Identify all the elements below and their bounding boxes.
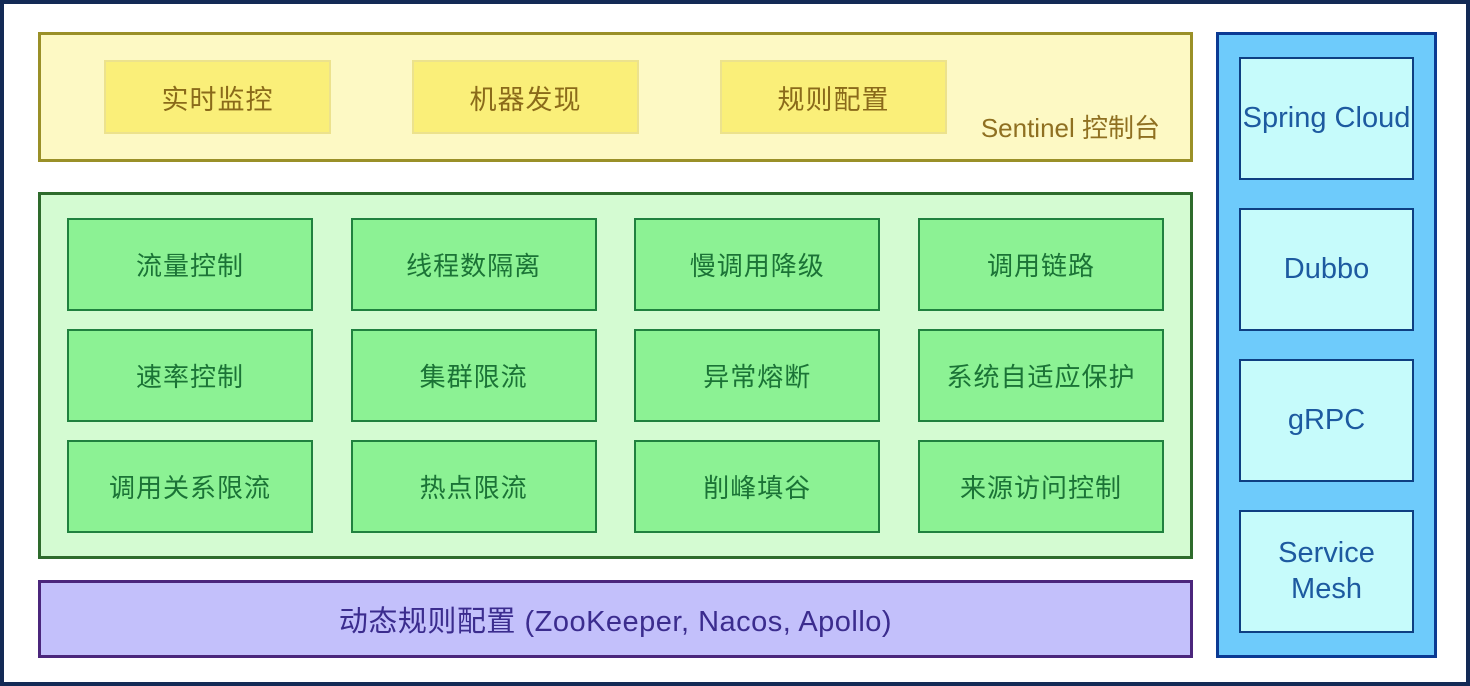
core-card-cluster-flow-control[interactable]: 集群限流	[350, 329, 597, 422]
adapter-card-dubbo[interactable]: Dubbo	[1239, 208, 1414, 331]
core-card-origin-access-control[interactable]: 来源访问控制	[917, 440, 1164, 533]
adapter-card-label: Service Mesh	[1278, 537, 1375, 605]
core-card-exception-circuit-breaking[interactable]: 异常熔断	[634, 329, 881, 422]
core-feature-row: 流量控制 线程数隔离 慢调用降级 调用链路	[67, 218, 1164, 311]
adapter-card-grpc[interactable]: gRPC	[1239, 359, 1414, 482]
core-card-label: 系统自适应保护	[946, 362, 1136, 392]
core-card-flow-control[interactable]: 流量控制	[67, 218, 313, 311]
core-card-invocation-chain[interactable]: 调用链路	[917, 218, 1164, 311]
adapter-card-label: Dubbo	[1283, 252, 1370, 285]
core-feature-row: 速率控制 集群限流 异常熔断 系统自适应保护	[67, 329, 1164, 422]
core-card-hotspot-flow-control[interactable]: 热点限流	[350, 440, 597, 533]
console-card-label: 实时监控	[161, 84, 274, 115]
adapter-card-label: Spring Cloud	[1242, 101, 1411, 134]
dynamic-rule-configuration-label: 动态规则配置 (ZooKeeper, Nacos, Apollo)	[338, 606, 893, 638]
sentinel-console-panel: 实时监控 机器发现 规则配置 Sentinel 控制台	[38, 32, 1193, 162]
console-card-machine-discovery[interactable]: 机器发现	[412, 60, 639, 134]
core-card-label: 线程数隔离	[406, 251, 542, 281]
core-card-label: 来源访问控制	[959, 473, 1122, 503]
sentinel-stack: 实时监控 机器发现 规则配置 Sentinel 控制台 流量控制 线程数隔离 慢…	[38, 32, 1193, 658]
adapter-card-service-mesh[interactable]: Service Mesh	[1239, 510, 1414, 633]
dynamic-rule-configuration-panel[interactable]: 动态规则配置 (ZooKeeper, Nacos, Apollo)	[38, 580, 1193, 658]
core-card-label: 异常熔断	[703, 362, 812, 392]
core-card-label: 热点限流	[419, 473, 528, 503]
core-card-label: 集群限流	[419, 362, 528, 392]
adapter-card-label: gRPC	[1287, 403, 1366, 436]
core-card-system-adaptive-protection[interactable]: 系统自适应保护	[917, 329, 1164, 422]
console-card-label: 机器发现	[469, 84, 582, 115]
core-card-label: 慢调用降级	[689, 251, 825, 281]
core-card-label: 速率控制	[135, 362, 244, 392]
console-card-label: 规则配置	[777, 84, 890, 115]
sentinel-console-label: Sentinel 控制台	[980, 113, 1160, 143]
adapter-card-spring-cloud[interactable]: Spring Cloud	[1239, 57, 1414, 180]
core-feature-row: 调用关系限流 热点限流 削峰填谷 来源访问控制	[67, 440, 1164, 533]
sentinel-core-panel: 流量控制 线程数隔离 慢调用降级 调用链路 速率控制 集群限流 异常熔断 系统自…	[38, 192, 1193, 559]
architecture-diagram: 实时监控 机器发现 规则配置 Sentinel 控制台 流量控制 线程数隔离 慢…	[0, 0, 1470, 686]
core-card-label: 削峰填谷	[703, 473, 812, 503]
console-card-rule-configuration[interactable]: 规则配置	[720, 60, 947, 134]
framework-adapters-panel: Spring Cloud Dubbo gRPC Service Mesh	[1216, 32, 1437, 658]
core-card-label: 流量控制	[135, 251, 244, 281]
core-card-peak-shaving[interactable]: 削峰填谷	[634, 440, 881, 533]
core-card-label: 调用关系限流	[108, 473, 271, 503]
console-card-realtime-monitoring[interactable]: 实时监控	[104, 60, 331, 134]
core-card-thread-isolation[interactable]: 线程数隔离	[350, 218, 597, 311]
core-card-slow-call-degrade[interactable]: 慢调用降级	[634, 218, 881, 311]
core-card-label: 调用链路	[986, 251, 1095, 281]
core-card-relation-flow-control[interactable]: 调用关系限流	[67, 440, 313, 533]
core-card-rate-control[interactable]: 速率控制	[67, 329, 313, 422]
